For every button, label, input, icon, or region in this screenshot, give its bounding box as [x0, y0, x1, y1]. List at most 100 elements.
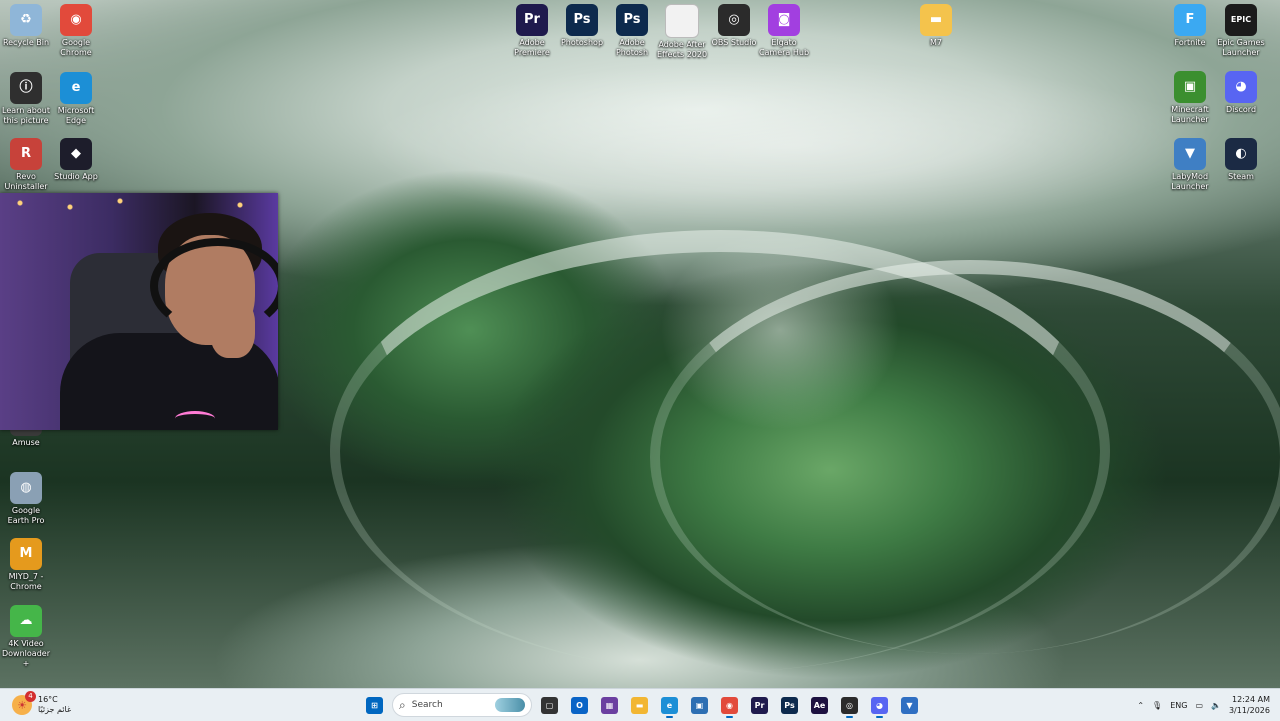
- revo-uninstaller-shortcut[interactable]: R Revo Uninstaller: [0, 138, 52, 192]
- discord-taskbar-icon: ◕: [871, 696, 888, 714]
- discord-shortcut[interactable]: ◕ Discord: [1215, 71, 1267, 115]
- outlook-button[interactable]: O: [567, 693, 592, 718]
- weather-icon: ☀ 4: [12, 691, 36, 715]
- teams-button[interactable]: ▣: [687, 693, 712, 718]
- adobe-photoshop-shortcut[interactable]: Ps Adobe Photosh: [606, 4, 658, 58]
- chrome-taskbar-button[interactable]: ◉: [717, 693, 742, 718]
- weather-temp: 16°C: [38, 695, 58, 704]
- clock[interactable]: 12:24 AM 3/11/2026: [1229, 694, 1270, 716]
- weather-desc: غائم جزئيًا: [38, 705, 72, 714]
- elgato-camera-hub-icon: ◙: [768, 4, 800, 36]
- shortcut-label: Studio App: [54, 172, 98, 181]
- google-chrome-shortcut[interactable]: ◉ Google Chrome: [50, 4, 102, 58]
- shortcut-label: Minecraft Launcher: [1171, 105, 1209, 124]
- obs-taskbar-icon: ◎: [841, 696, 858, 714]
- edge-taskbar-icon: e: [661, 696, 678, 714]
- folder-icon: ▬: [920, 4, 952, 36]
- shortcut-label: Revo Uninstaller: [4, 172, 48, 191]
- adobe-premiere-shortcut[interactable]: Pr Adobe Premiere: [506, 4, 558, 58]
- photoshop-taskbar-icon: Ps: [781, 696, 798, 714]
- microsoft-edge-icon: e: [60, 72, 92, 104]
- discord-taskbar-button[interactable]: ◕: [867, 693, 892, 718]
- fortnite-icon: F: [1174, 4, 1206, 36]
- vpn-shield-button[interactable]: ▼: [897, 693, 922, 718]
- notification-badge: 4: [25, 691, 36, 702]
- photoshop-icon: Ps: [566, 4, 598, 36]
- weather-widget[interactable]: ☀ 4 16°C غائم جزئيًا: [12, 691, 72, 717]
- folder-shortcut[interactable]: ▬ M7: [910, 4, 962, 48]
- google-chrome-icon: ◉: [60, 4, 92, 36]
- steam-icon: ◐: [1225, 138, 1257, 170]
- shortcut-label: Learn about this picture: [2, 106, 50, 125]
- shortcut-label: Adobe Photosh: [615, 38, 649, 57]
- studio-app-shortcut[interactable]: ◆ Studio App: [50, 138, 102, 182]
- teams-icon: ▣: [691, 696, 708, 714]
- search-box[interactable]: ⌕ Search: [392, 693, 532, 717]
- shortcut-label: Adobe After Effects 2020: [656, 40, 708, 59]
- search-highlight-icon: [495, 698, 525, 712]
- language-indicator[interactable]: ENG: [1170, 701, 1187, 710]
- 4k-video-downloader-shortcut[interactable]: ☁ 4K Video Downloader+: [0, 605, 52, 669]
- system-tray: ⌃ 🎙 ENG ▭ 🔈 12:24 AM 3/11/2026: [1137, 692, 1270, 718]
- minecraft-launcher-shortcut[interactable]: ▣ Minecraft Launcher: [1164, 71, 1216, 125]
- steam-shortcut[interactable]: ◐ Steam: [1215, 138, 1267, 182]
- revo-uninstaller-icon: R: [10, 138, 42, 170]
- taskbar-center: ⊞ ⌕ Search ▢ O ▦ ▬ e ▣ ◉ Pr Ps Ae ◎ ◕ ▼: [362, 692, 922, 718]
- outlook-icon: O: [571, 696, 588, 714]
- obs-taskbar-button[interactable]: ◎: [837, 693, 862, 718]
- clock-date: 3/11/2026: [1228, 706, 1270, 715]
- labymod-launcher-shortcut[interactable]: ▼ LabyMod Launcher: [1164, 138, 1216, 192]
- edge-taskbar-button[interactable]: e: [657, 693, 682, 718]
- labymod-launcher-icon: ▼: [1174, 138, 1206, 170]
- fortnite-shortcut[interactable]: F Fortnite: [1164, 4, 1216, 48]
- obs-studio-icon: ◎: [718, 4, 750, 36]
- shortcut-label: Microsoft Edge: [57, 106, 95, 125]
- epic-games-launcher-shortcut[interactable]: EPIC Epic Games Launcher: [1215, 4, 1267, 58]
- shortcut-label: Steam: [1228, 172, 1254, 181]
- photoshop-shortcut[interactable]: Ps Photoshop: [556, 4, 608, 48]
- google-earth-pro-shortcut[interactable]: ◍ Google Earth Pro: [0, 472, 52, 526]
- shortcut-label: LabyMod Launcher: [1171, 172, 1209, 191]
- epic-games-launcher-icon: EPIC: [1225, 4, 1257, 36]
- obs-studio-shortcut[interactable]: ◎ OBS Studio: [708, 4, 760, 48]
- microsoft-store-button[interactable]: ▦: [597, 693, 622, 718]
- microsoft-edge-shortcut[interactable]: e Microsoft Edge: [50, 72, 102, 126]
- adobe-photoshop-icon: Ps: [616, 4, 648, 36]
- vpn-shield-icon: ▼: [901, 696, 918, 714]
- shortcut-label: Recycle Bin: [2, 38, 50, 47]
- recycle-bin-shortcut[interactable]: ♻ Recycle Bin: [0, 4, 52, 48]
- taskbar: ☀ 4 16°C غائم جزئيًا ⊞ ⌕ Search ▢ O ▦ ▬ e ▣ ◉ Pr Ps…: [0, 688, 1280, 721]
- adobe-after-effects-shortcut[interactable]: Adobe After Effects 2020: [656, 4, 708, 60]
- chevron-up-icon[interactable]: ⌃: [1137, 701, 1144, 710]
- discord-icon: ◕: [1225, 71, 1257, 103]
- wave-spray: [660, 230, 900, 430]
- photoshop-taskbar-button[interactable]: Ps: [777, 693, 802, 718]
- shortcut-label: Elgato Camera Hub: [758, 38, 810, 57]
- learn-about-picture-shortcut[interactable]: ⓘ Learn about this picture: [0, 72, 52, 126]
- google-earth-pro-icon: ◍: [10, 472, 42, 504]
- shortcut-label: Photoshop: [560, 38, 604, 47]
- shortcut-label: Google Earth Pro: [7, 506, 45, 525]
- search-label: Search: [411, 700, 443, 710]
- speaker-icon[interactable]: 🔈: [1211, 701, 1221, 710]
- after-effects-taskbar-button[interactable]: Ae: [807, 693, 832, 718]
- microsoft-store-icon: ▦: [601, 696, 618, 714]
- chrome-taskbar-icon: ◉: [721, 696, 738, 714]
- after-effects-taskbar-icon: Ae: [811, 696, 828, 714]
- recycle-bin-icon: ♻: [10, 4, 42, 36]
- microphone-icon[interactable]: 🎙: [1152, 701, 1162, 710]
- premiere-taskbar-button[interactable]: Pr: [747, 693, 772, 718]
- elgato-camera-hub-shortcut[interactable]: ◙ Elgato Camera Hub: [758, 4, 810, 58]
- display-icon[interactable]: ▭: [1195, 701, 1203, 710]
- wave-foam: [360, 60, 1220, 230]
- start-button[interactable]: ⊞: [362, 693, 387, 718]
- file-explorer-button[interactable]: ▬: [627, 693, 652, 718]
- 4k-video-downloader-icon: ☁: [10, 605, 42, 637]
- shortcut-label: Google Chrome: [60, 38, 92, 57]
- miyd-chrome-shortcut[interactable]: M MIYD_7 - Chrome: [0, 538, 52, 592]
- task-view-button[interactable]: ▢: [537, 693, 562, 718]
- windows-icon: ⊞: [366, 696, 383, 714]
- shortcut-label: 4K Video Downloader+: [2, 639, 50, 668]
- minecraft-launcher-icon: ▣: [1174, 71, 1206, 103]
- task-view-icon: ▢: [541, 696, 558, 714]
